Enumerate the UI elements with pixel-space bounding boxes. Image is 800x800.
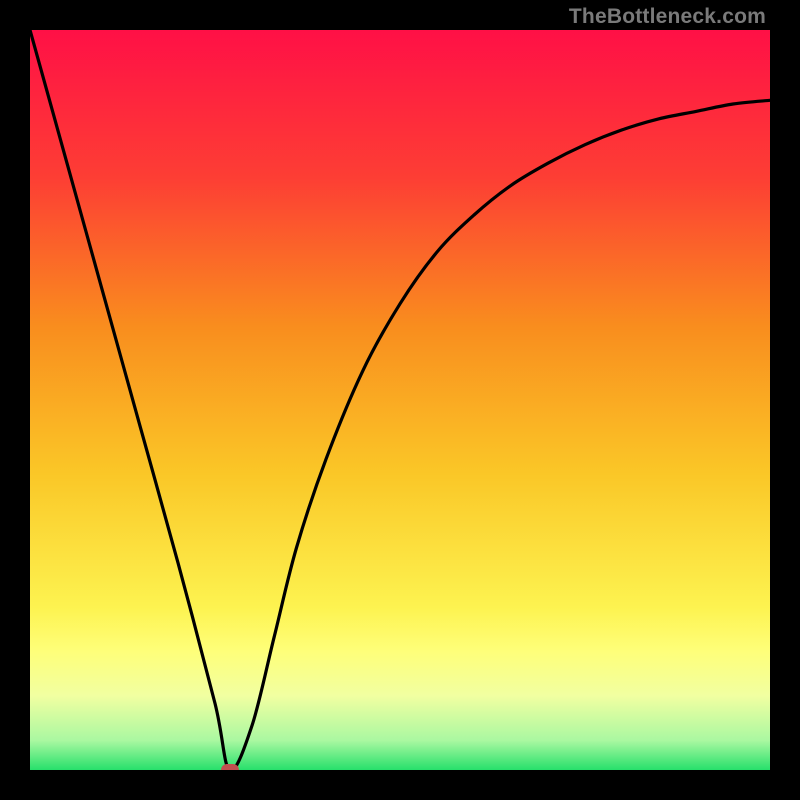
chart-frame: TheBottleneck.com — [0, 0, 800, 800]
optimal-point-marker — [221, 764, 239, 770]
plot-area — [30, 30, 770, 770]
bottleneck-curve — [30, 30, 770, 770]
watermark-text: TheBottleneck.com — [569, 6, 766, 27]
